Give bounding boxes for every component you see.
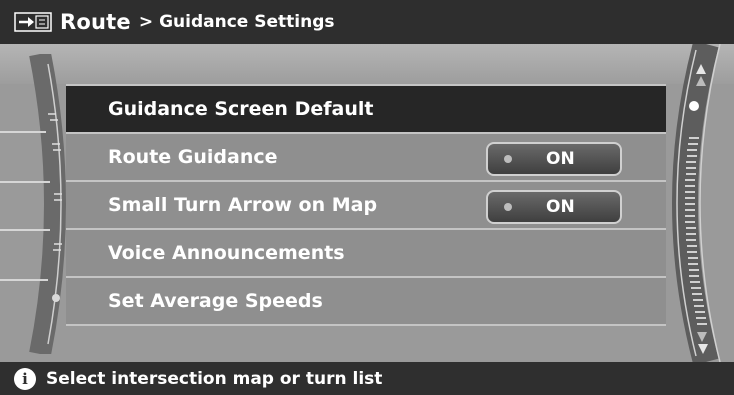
route-guidance-toggle[interactable]: ON [486, 142, 622, 176]
list-item-label: Small Turn Arrow on Map [108, 194, 378, 216]
header-bar: Route > Guidance Settings [0, 0, 734, 44]
list-item-label: Voice Announcements [108, 242, 345, 264]
toggle-state: ON [546, 149, 575, 169]
guidance-settings-list: Guidance Screen Default Route Guidance O… [66, 84, 666, 326]
hint-text: Select intersection map or turn list [46, 368, 383, 389]
panel-top-shade [0, 44, 734, 84]
list-item-set-average-speeds[interactable]: Set Average Speeds [66, 278, 666, 326]
small-turn-arrow-toggle[interactable]: ON [486, 190, 622, 224]
status-bar: i Select intersection map or turn list [0, 362, 734, 395]
page-title: Route [60, 10, 131, 34]
toggle-indicator-icon [504, 155, 512, 163]
toggle-state: ON [546, 197, 575, 217]
list-item-guidance-screen-default[interactable]: Guidance Screen Default [66, 84, 666, 134]
info-icon: i [14, 367, 36, 390]
toggle-indicator-icon [504, 203, 512, 211]
list-item-small-turn-arrow[interactable]: Small Turn Arrow on Map ON [66, 182, 666, 230]
list-item-label: Route Guidance [108, 146, 278, 168]
breadcrumb-subtitle: Guidance Settings [159, 12, 335, 32]
list-item-label: Guidance Screen Default [108, 98, 374, 120]
route-arrow-icon [14, 11, 54, 33]
list-item-voice-announcements[interactable]: Voice Announcements [66, 230, 666, 278]
scrollbar[interactable] [646, 40, 734, 366]
menu-panel: Guidance Screen Default Route Guidance O… [0, 40, 734, 366]
navigation-screen: Route > Guidance Settings Guidance Scree… [0, 0, 734, 395]
list-item-label: Set Average Speeds [108, 290, 323, 312]
scroll-position-dot-icon [689, 101, 699, 111]
breadcrumb-separator: > [138, 12, 154, 32]
list-item-route-guidance[interactable]: Route Guidance ON [66, 134, 666, 182]
